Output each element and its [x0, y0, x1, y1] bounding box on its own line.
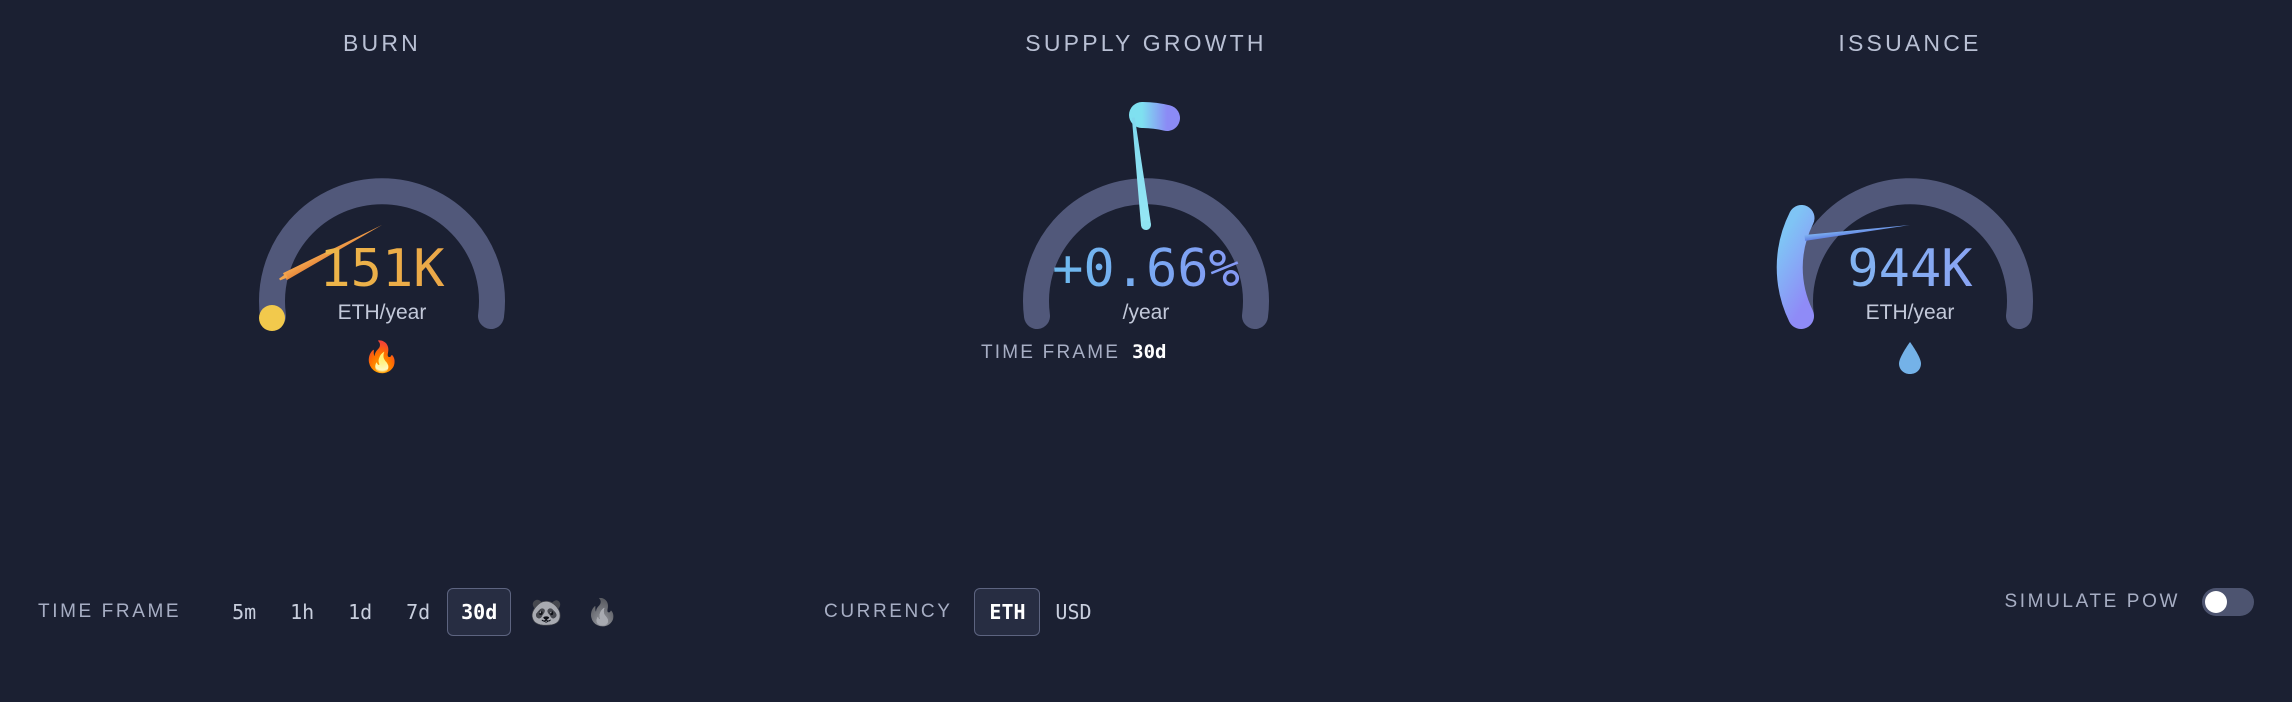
currency-option-usd[interactable]: USD: [1040, 590, 1106, 634]
time-frame-option-7d[interactable]: 7d: [389, 590, 447, 634]
gauge-issuance-svg: [1776, 178, 2033, 329]
time-frame-option-1h[interactable]: 1h: [273, 590, 331, 634]
currency-options: ETH USD: [974, 588, 1106, 636]
control-time-frame: TIME FRAME 5m 1h 1d 7d 30d 🐼 🔥: [38, 588, 623, 636]
gauge-issuance: 944K ETH/year: [1745, 75, 2075, 375]
fire-icon[interactable]: 🔥: [581, 591, 623, 633]
gauge-track-issuance: [1787, 178, 2033, 329]
gauge-burn-svg: [259, 178, 505, 331]
time-frame-options: 5m 1h 1d 7d 30d 🐼 🔥: [215, 588, 623, 636]
simulate-pow-label: SIMULATE PoW: [2004, 591, 2180, 612]
time-frame-label: TIME FRAME: [38, 601, 182, 622]
gauge-panels: BURN 151K ETH/year 🔥 SUPPLY GROWTH +0.66…: [0, 0, 2292, 560]
currency-label: CURRENCY: [824, 601, 953, 622]
time-frame-option-30d[interactable]: 30d: [447, 588, 512, 636]
simulate-pow-toggle[interactable]: [2202, 588, 2254, 616]
panel-title-supply-growth: SUPPLY GROWTH: [1025, 30, 1267, 56]
currency-option-eth[interactable]: ETH: [974, 588, 1041, 636]
control-simulate-pow: SIMULATE PoW: [2005, 588, 2254, 616]
gauge-supply-growth-svg: [1023, 102, 1269, 329]
panel-issuance: ISSUANCE 944K ETH/year: [1528, 0, 2292, 560]
gauge-needle-supply-growth: [1131, 117, 1151, 230]
gauge-marker-supply-growth: [1129, 102, 1180, 131]
simulate-pow-toggle-knob: [2205, 591, 2227, 613]
gauge-track-burn: [259, 178, 505, 329]
control-currency: CURRENCY ETH USD: [824, 588, 1106, 636]
time-frame-option-1d[interactable]: 1d: [331, 590, 389, 634]
ultrasound-money-dashboard: BURN 151K ETH/year 🔥 SUPPLY GROWTH +0.66…: [0, 0, 2292, 702]
panel-title-issuance: ISSUANCE: [1838, 30, 1982, 56]
gauge-supply-growth: +0.66% /year TIME FRAME 30d: [981, 75, 1311, 375]
panda-icon[interactable]: 🐼: [525, 591, 567, 633]
controls-bar: TIME FRAME 5m 1h 1d 7d 30d 🐼 🔥 CURRENCY …: [0, 560, 2292, 702]
gauge-fill-issuance: [1776, 205, 1815, 329]
gauge-start-cap-burn: [259, 305, 285, 331]
panel-burn: BURN 151K ETH/year 🔥: [0, 0, 764, 560]
panel-supply-growth: SUPPLY GROWTH +0.66% /year TIME FRAME 30…: [764, 0, 1528, 560]
gauge-burn: 151K ETH/year 🔥: [217, 75, 547, 375]
panel-title-burn: BURN: [343, 30, 421, 56]
time-frame-option-5m[interactable]: 5m: [215, 590, 273, 634]
